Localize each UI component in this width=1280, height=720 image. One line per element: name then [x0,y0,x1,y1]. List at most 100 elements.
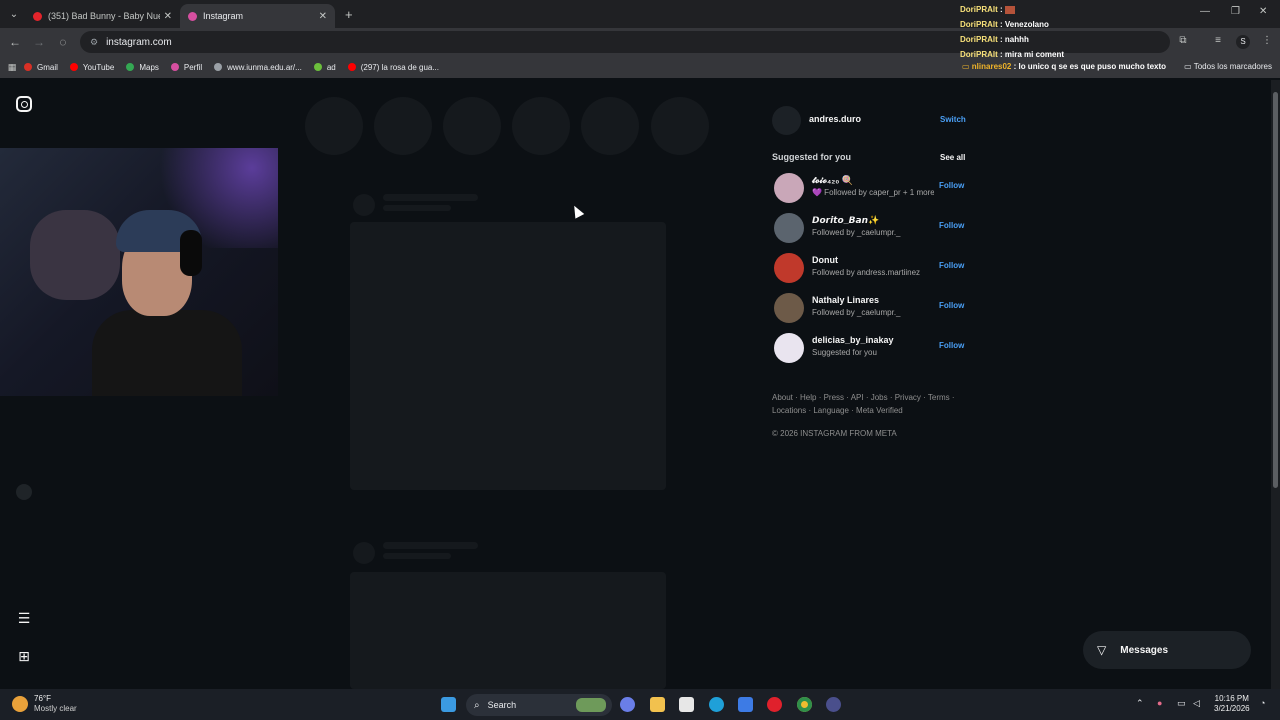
apps-grid-icon[interactable]: ▦ [0,62,24,73]
chrome-icon[interactable] [797,697,812,712]
suggestion-item: 𝘿𝙤𝙧𝙞𝙩𝙤_𝘽𝙖𝙣✨ Followed by _caelumpr._ Foll… [774,213,974,245]
menu-kebab-icon[interactable]: ⋮ [1255,35,1279,46]
bookmark-label: Gmail [37,62,58,72]
restore-icon[interactable]: ❐ [1231,6,1240,17]
forward-button[interactable]: → [27,35,51,49]
close-tab-icon[interactable]: ✕ [319,11,327,22]
bookmark-label: Perfil [183,62,203,72]
follow-button[interactable]: Follow [939,341,964,350]
notification-bell-icon[interactable]: ◔ [1260,698,1265,708]
see-all-link[interactable]: See all [940,153,965,162]
profile-avatar-icon[interactable]: S [1236,35,1250,49]
suggestion-name[interactable]: 𝘿𝙤𝙧𝙞𝙩𝙤_𝘽𝙖𝙣✨ [812,215,879,226]
suggestion-avatar[interactable] [774,213,804,243]
profile-avatar-placeholder[interactable] [16,484,32,500]
background-object [30,210,120,300]
story-placeholder [443,97,501,155]
tab-bad-bunny[interactable]: (351) Bad Bunny - Baby Nueva ✕ [25,4,180,28]
suggestion-item: Donut Followed by andress.martiinez Foll… [774,253,974,285]
tab-strip: ⌄ (351) Bad Bunny - Baby Nueva ✕ Instagr… [0,0,1280,28]
browser-toolbar: ← → ◌ ⚙ instagram.com ⧉ ≡ S ⋮ [0,28,1280,56]
weather-widget[interactable]: 76°F Mostly clear [12,694,77,714]
mail-icon[interactable] [738,697,753,712]
url-text: instagram.com [106,36,172,48]
edge-icon[interactable] [709,697,724,712]
media-control-icon[interactable]: ≡ [1206,35,1230,46]
store-icon[interactable] [679,697,694,712]
suggestion-avatar[interactable] [774,173,804,203]
bookmark-ad[interactable]: ad [313,63,336,72]
extensions-icon[interactable]: ⧉ [1171,35,1195,46]
messages-label: Messages [1120,644,1169,656]
site-info-icon[interactable]: ⚙ [90,37,98,48]
suggestion-item: delicias_by_inakay Suggested for you Fol… [774,333,974,365]
suggestion-avatar[interactable] [774,253,804,283]
copyright: © 2026 INSTAGRAM FROM META [772,429,897,438]
follow-button[interactable]: Follow [939,261,964,270]
bookmark-maps[interactable]: Maps [126,63,159,72]
follow-button[interactable]: Follow [939,181,964,190]
opera-icon[interactable] [767,697,782,712]
bookmark-rosa[interactable]: (297) la rosa de gua... [347,63,439,72]
follow-button[interactable]: Follow [939,221,964,230]
app-icon[interactable] [826,697,841,712]
story-placeholder [581,97,639,155]
windows-taskbar: 76°F Mostly clear ⌕ Search ⌃ ● ▭ ◁ 10:16… [0,689,1280,720]
footer-links[interactable]: About · Help · Press · API · Jobs · Priv… [772,391,972,417]
scrollbar-thumb[interactable] [1273,92,1278,488]
suggestion-name[interactable]: 𝓽𝓸𝓲𝓸₄₂₀ 🍭 [812,175,853,186]
instagram-logo-icon[interactable] [16,96,32,112]
new-tab-button[interactable]: + [345,7,353,22]
taskbar-clock[interactable]: 10:16 PM 3/21/2026 [1214,694,1250,714]
post-header-placeholder [383,205,451,211]
post-image-placeholder [350,572,666,689]
bookmark-gmail[interactable]: Gmail [24,63,58,72]
close-tab-icon[interactable]: ✕ [164,11,172,22]
badge-icon: ▭ [962,62,972,71]
volume-icon[interactable]: ◁ [1193,698,1200,709]
chat-message: Venezolano [1004,20,1049,29]
chat-line: DoriPRAlt : Venezolano [960,20,1049,29]
follow-button[interactable]: Follow [939,301,964,310]
chat-line-bottom: ▭ nlinares02 : lo unico q se es que puso… [962,62,1167,71]
account-avatar[interactable] [772,106,801,135]
suggestion-avatar[interactable] [774,333,804,363]
messages-button[interactable]: ▽ Messages [1083,631,1251,669]
file-explorer-icon[interactable] [650,697,665,712]
bookmark-youtube[interactable]: YouTube [69,62,115,72]
account-username[interactable]: andres.duro [809,114,861,124]
minimize-icon[interactable]: — [1200,6,1210,17]
suggestion-name[interactable]: Nathaly Linares [812,295,879,305]
bookmark-perfil[interactable]: Perfil [170,62,203,72]
switch-account-button[interactable]: Switch [940,115,966,124]
bookmark-label: YouTube [82,62,115,72]
also-from-meta-icon[interactable]: ⊞ [16,648,32,665]
tab-search-chevron-icon[interactable]: ⌄ [3,3,25,25]
loading-spinner-icon[interactable]: ◌ [51,35,75,49]
microphone-icon[interactable]: ● [1157,698,1162,708]
suggestion-avatar[interactable] [774,293,804,323]
taskbar-search[interactable]: ⌕ Search [466,694,612,716]
all-bookmarks-button[interactable]: ▭ Todos los marcadores [1184,62,1272,71]
instagram-favicon-icon [188,11,197,21]
close-window-icon[interactable]: ✕ [1259,6,1267,17]
post-image-placeholder [350,222,666,490]
bookmark-iunma[interactable]: www.iunma.edu.ar/... [214,63,302,72]
start-windows-icon[interactable] [441,697,456,712]
suggestion-name[interactable]: Donut [812,255,838,265]
tab-title: (351) Bad Bunny - Baby Nueva [48,11,160,21]
suggestion-item: Nathaly Linares Followed by _caelumpr._ … [774,293,974,325]
send-icon: ▽ [1097,643,1107,657]
clock-date: 3/21/2026 [1214,704,1250,713]
story-placeholder [305,97,363,155]
back-button[interactable]: ← [3,35,27,49]
copilot-icon[interactable] [620,697,635,712]
tab-instagram[interactable]: Instagram ✕ [180,4,335,28]
gmail-icon [24,63,32,71]
story-placeholder [512,97,570,155]
menu-hamburger-icon[interactable]: ☰ [16,610,32,627]
ad-icon [313,63,322,71]
network-icon[interactable]: ▭ [1177,698,1186,709]
suggestion-name[interactable]: delicias_by_inakay [812,335,894,345]
tray-chevron-icon[interactable]: ⌃ [1136,698,1144,709]
